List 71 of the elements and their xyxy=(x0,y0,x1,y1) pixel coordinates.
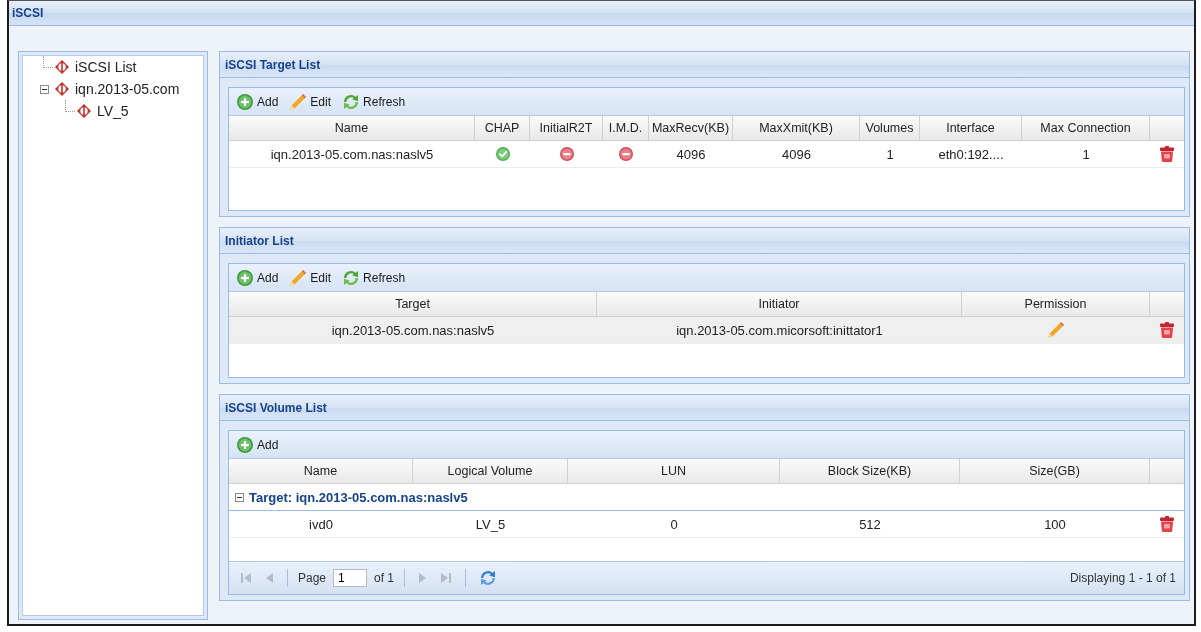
column-header[interactable]: Logical Volume xyxy=(413,459,568,483)
column-header[interactable]: Name xyxy=(229,116,475,140)
trash-icon[interactable] xyxy=(1159,516,1174,532)
diamond-icon xyxy=(55,82,69,96)
column-header[interactable]: Target xyxy=(229,292,597,316)
panel-title: iSCSI Volume List xyxy=(225,400,327,415)
minus-box-icon[interactable] xyxy=(235,492,244,502)
edit-button[interactable]: Edit xyxy=(286,267,336,288)
group-header: Target: iqn.2013-05.com.nas:naslv5 xyxy=(249,489,468,505)
tree-item[interactable]: LV_5 xyxy=(75,103,131,119)
next-page-icon xyxy=(419,573,427,583)
panel-title: Initiator List xyxy=(225,233,294,248)
table-cell-text: 1 xyxy=(1081,145,1091,164)
column-header[interactable]: Name xyxy=(229,459,413,483)
diamond-icon xyxy=(77,104,91,118)
table-cell-text: 512 xyxy=(858,515,882,534)
table-cell-text: 1 xyxy=(885,145,895,164)
pencil-icon[interactable] xyxy=(1048,322,1064,338)
column-header[interactable]: InitialR2T xyxy=(530,116,603,140)
prev-page-icon xyxy=(266,573,273,583)
trash-icon[interactable] xyxy=(1159,146,1174,162)
column-header[interactable]: Permission xyxy=(962,292,1150,316)
last-page-icon xyxy=(441,573,452,583)
column-header[interactable]: Volumes xyxy=(860,116,920,140)
table-row[interactable]: iqn.2013-05.com.nas:naslv5 iqn.2013-05.com.micorsoft:inittator1 xyxy=(229,317,1184,344)
add-button[interactable]: Add xyxy=(233,91,283,112)
window-title: iSCSI xyxy=(12,6,44,20)
column-header[interactable]: LUN xyxy=(568,459,780,483)
page-label: Page xyxy=(298,571,327,585)
first-page-icon xyxy=(241,573,251,583)
table-cell-text: iqn.2013-05.com.micorsoft:inittator1 xyxy=(675,321,884,340)
table-cell-text: 4096 xyxy=(675,145,707,164)
pencil-icon xyxy=(290,269,307,286)
table-cell-text: LV_5 xyxy=(474,515,507,534)
paging-summary: Displaying 1 - 1 of 1 xyxy=(1069,571,1176,585)
column-header[interactable]: CHAP xyxy=(475,116,530,140)
column-header[interactable]: Interface xyxy=(920,116,1022,140)
edit-button[interactable]: Edit xyxy=(286,91,336,112)
refresh-button[interactable]: Refresh xyxy=(339,267,410,288)
table-cell-text: ivd0 xyxy=(308,515,334,534)
column-header[interactable]: MaxXmit(KB) xyxy=(733,116,860,140)
plus-circle-icon xyxy=(237,436,253,453)
tree-item[interactable]: iSCSI List xyxy=(53,59,139,75)
refresh-icon xyxy=(343,93,360,110)
table-cell-text: eth0:192.... xyxy=(937,145,1005,164)
column-header[interactable]: Max Connection xyxy=(1022,116,1150,140)
diamond-icon xyxy=(55,60,69,74)
column-header[interactable]: Block Size(KB) xyxy=(780,459,960,483)
table-cell-text: iqn.2013-05.com.nas:naslv5 xyxy=(269,145,435,164)
page-field[interactable]: 1 xyxy=(333,569,368,587)
refresh-button[interactable]: Refresh xyxy=(339,91,410,112)
trash-icon[interactable] xyxy=(1159,322,1174,338)
plus-circle-icon xyxy=(237,269,253,286)
column-header[interactable]: Initiator xyxy=(597,292,962,316)
column-header[interactable]: Size(GB) xyxy=(960,459,1150,483)
add-button[interactable]: Add xyxy=(233,434,283,455)
table-cell-text: 0 xyxy=(669,515,679,534)
table-cell-text: 100 xyxy=(1043,515,1067,534)
minus-box-icon[interactable] xyxy=(39,84,49,94)
table-cell-text: iqn.2013-05.com.nas:naslv5 xyxy=(330,321,496,340)
refresh-icon xyxy=(343,269,360,286)
add-button[interactable]: Add xyxy=(233,267,283,288)
plus-circle-icon xyxy=(237,93,253,110)
refresh-icon xyxy=(480,570,497,586)
column-header[interactable]: MaxRecv(KB) xyxy=(649,116,733,140)
pencil-icon xyxy=(290,93,307,110)
column-header[interactable]: I.M.D. xyxy=(603,116,649,140)
table-cell-text: 4096 xyxy=(781,145,812,164)
tree-item[interactable]: iqn.2013-05.com xyxy=(53,81,182,97)
page-count-label: of 1 xyxy=(374,571,395,585)
panel-title: iSCSI Target List xyxy=(225,57,321,72)
